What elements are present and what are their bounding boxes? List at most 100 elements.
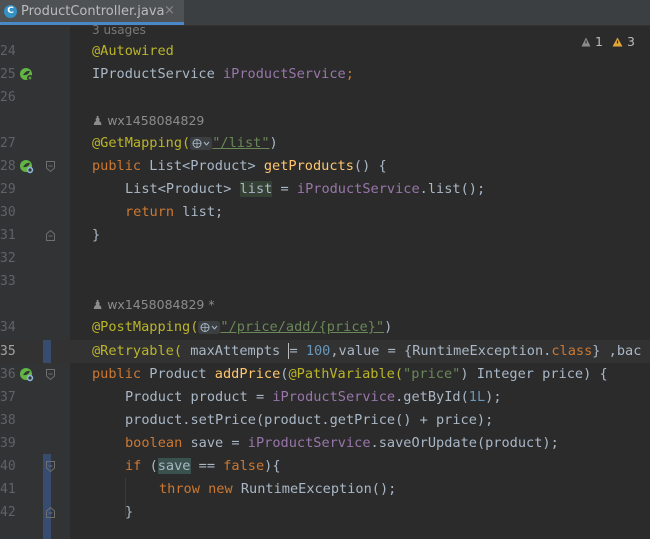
statement: product.setPrice(product.getPrice() + pr… — [125, 412, 494, 428]
line-number: 40 — [0, 459, 16, 474]
operator: == — [190, 458, 224, 474]
punct: ) — [269, 135, 278, 151]
parameters: ) Integer price) { — [460, 366, 608, 382]
method-call: .saveOrUpdate(product); — [370, 435, 559, 451]
line-number: 38 — [0, 413, 16, 428]
field-name: iProductService — [247, 435, 371, 451]
vcs-change-marker[interactable] — [43, 340, 51, 363]
code-line[interactable]: @Autowired — [92, 40, 174, 63]
keyword: public — [92, 158, 150, 174]
keyword: throw new — [159, 481, 241, 497]
code-line[interactable]: product.setPrice(product.getPrice() + pr… — [125, 409, 493, 432]
globe-icon[interactable] — [190, 136, 213, 150]
code-line[interactable]: @GetMapping("/list") — [92, 132, 278, 155]
warning-icon — [612, 37, 623, 47]
globe-icon[interactable] — [198, 320, 221, 334]
field-name: iProductService — [222, 66, 346, 82]
expression: } ,bac — [592, 343, 642, 359]
line-number: 32 — [0, 251, 16, 266]
weak-warning-indicator[interactable]: 1 — [581, 34, 603, 49]
user-icon: ♟ — [92, 297, 104, 312]
code-line[interactable]: if (save == false){ — [125, 455, 281, 478]
declaration: Product product = — [125, 389, 273, 405]
annotation: @PathVariable( — [288, 366, 404, 382]
brace: } — [125, 504, 134, 520]
punct: ) — [384, 319, 393, 335]
weak-warning-count: 1 — [594, 34, 603, 49]
type-name: List<Product> — [125, 181, 240, 197]
line-number: 35 — [0, 344, 16, 359]
string-literal: "price" — [403, 366, 461, 382]
bean-icon[interactable] — [19, 159, 34, 174]
line-number: 30 — [0, 205, 16, 220]
line-number: 42 — [0, 505, 16, 520]
fold-icon[interactable] — [46, 161, 55, 172]
user-icon: ♟ — [92, 113, 104, 128]
field-name: iProductService — [296, 181, 420, 197]
line-number: 28 — [0, 159, 16, 174]
author-hint[interactable]: ♟ wx1458084829 — [92, 112, 204, 130]
expression: list; — [182, 204, 224, 220]
usages-hint[interactable]: 3 usages — [92, 21, 146, 39]
punct: ){ — [264, 458, 281, 474]
expression: ,value = {RuntimeException. — [330, 343, 552, 359]
punct: ( — [149, 458, 158, 474]
type-name: Product — [149, 366, 215, 382]
keyword: boolean — [125, 435, 191, 451]
code-line[interactable]: IProductService iProductService; — [92, 63, 354, 86]
annotation: @Autowired — [92, 43, 174, 59]
java-class-icon: C — [4, 5, 17, 18]
url-path-link[interactable]: "/price/add/{price}" — [220, 319, 384, 335]
operator: = — [272, 181, 297, 197]
code-line[interactable]: Product product = iProductService.getByI… — [125, 386, 502, 409]
code-line[interactable]: public List<Product> getProducts() { — [92, 155, 387, 178]
line-number: 36 — [0, 367, 16, 382]
annotation: @Retryable( — [92, 343, 183, 359]
parameter-name: maxAttempts — [182, 343, 289, 359]
code-line[interactable]: } — [92, 224, 100, 247]
tab-label: ProductController.java — [21, 4, 165, 19]
fold-icon[interactable] — [46, 230, 55, 241]
brace: } — [92, 227, 101, 243]
method-call: .getById( — [395, 389, 469, 405]
bean-icon[interactable] — [19, 367, 34, 382]
code-line[interactable]: @PostMapping( "/price/add/{price}") — [92, 316, 392, 339]
line-number: 33 — [0, 274, 16, 289]
code-line[interactable]: return list; — [125, 201, 223, 224]
fold-icon[interactable] — [46, 461, 55, 472]
code-line[interactable]: List<Product> list = iProductService.lis… — [125, 178, 485, 201]
code-line[interactable]: throw new RuntimeException(); — [159, 478, 396, 501]
line-number: 29 — [0, 182, 16, 197]
fold-icon[interactable] — [46, 369, 55, 380]
type-name: List<Product> — [149, 158, 264, 174]
number: 1L — [468, 389, 486, 405]
method-call: .list(); — [419, 181, 486, 197]
code-line-current[interactable]: @Retryable( maxAttempts = 100,value = {R… — [92, 340, 641, 363]
keyword: return — [125, 204, 183, 220]
code-line[interactable]: } — [125, 501, 133, 524]
line-number: 24 — [0, 44, 16, 59]
close-icon[interactable]: × — [164, 3, 175, 18]
bean-icon[interactable] — [19, 67, 34, 82]
line-number: 41 — [0, 482, 16, 497]
caret: = — [288, 343, 306, 359]
line-number: 37 — [0, 390, 16, 405]
variable-highlight: save — [157, 458, 191, 474]
punct: () { — [353, 158, 387, 174]
warning-indicator[interactable]: 3 — [612, 34, 635, 49]
fold-icon[interactable] — [46, 507, 55, 518]
type-name: IProductService — [92, 66, 223, 82]
keyword: public — [92, 366, 150, 382]
line-number: 26 — [0, 90, 16, 105]
code-line[interactable]: boolean save = iProductService.saveOrUpd… — [125, 432, 559, 455]
punct: ); — [485, 389, 502, 405]
number: 100 — [305, 343, 331, 359]
url-path-link[interactable]: "/list" — [212, 135, 269, 151]
code-line[interactable]: public Product addPrice(@PathVariable("p… — [92, 363, 608, 386]
field-name: iProductService — [272, 389, 396, 405]
author-hint[interactable]: ♟ wx1458084829 * — [92, 296, 215, 314]
annotation: @PostMapping( — [92, 319, 199, 335]
weak-warning-icon — [581, 37, 591, 47]
method-name: addPrice — [214, 366, 281, 382]
method-name: getProducts — [263, 158, 354, 174]
